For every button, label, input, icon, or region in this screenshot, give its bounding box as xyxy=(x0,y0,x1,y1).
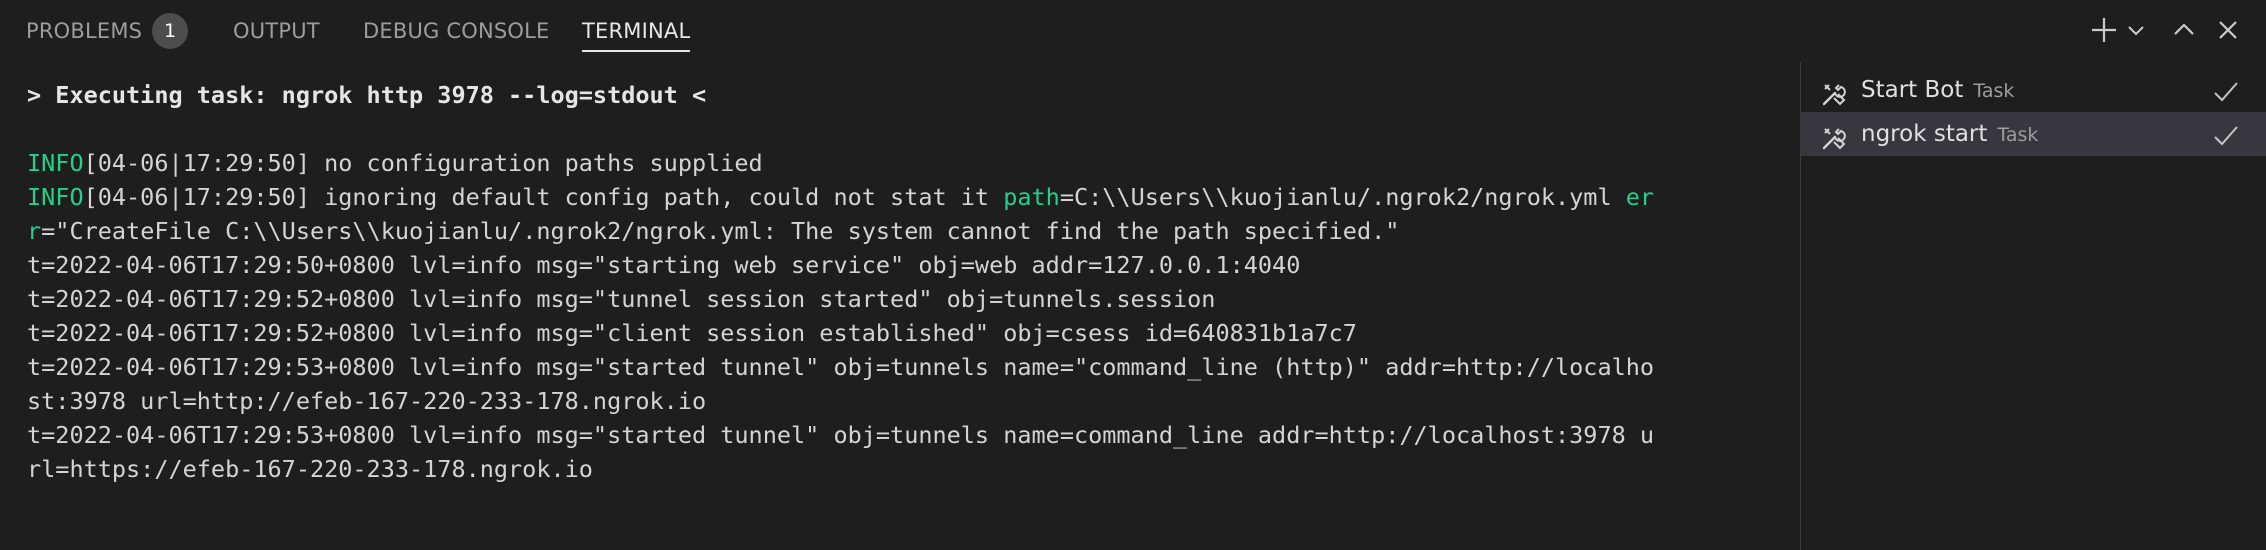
terminal-command-line: > Executing task: ngrok http 3978 --log=… xyxy=(27,81,707,109)
tab-debug-console[interactable]: DEBUG CONSOLE xyxy=(363,0,550,62)
tab-problems[interactable]: PROBLEMS xyxy=(26,0,142,62)
terminal-line: st:3978 url=http://efeb-167-220-233-178.… xyxy=(27,387,707,415)
close-icon[interactable] xyxy=(2212,14,2244,46)
log-value: ="CreateFile C:\\Users\\kuojianlu/.ngrok… xyxy=(41,217,1400,245)
terminal-line: t=2022-04-06T17:29:50+0800 lvl=info msg=… xyxy=(27,251,1301,279)
log-key: r xyxy=(27,217,42,245)
terminal-line: t=2022-04-06T17:29:52+0800 lvl=info msg=… xyxy=(27,285,1216,313)
terminal-task-list: Start Bot Task ngrok start Task xyxy=(1801,68,2266,156)
tools-icon xyxy=(1821,122,1847,150)
log-text: [04-06|17:29:50] ignoring default config… xyxy=(83,183,1004,211)
task-kind: Task xyxy=(1997,124,2039,146)
chevron-up-icon[interactable] xyxy=(2168,14,2200,46)
log-text: [04-06|17:29:50] no configuration paths … xyxy=(83,149,763,177)
plus-icon[interactable] xyxy=(2088,14,2120,46)
log-value: =C:\\Users\\kuojianlu/.ngrok2/ngrok.yml xyxy=(1059,183,1626,211)
terminal-line: rl=https://efeb-167-220-233-178.ngrok.io xyxy=(27,455,593,483)
tab-output-label: OUTPUT xyxy=(233,19,320,43)
task-name: ngrok start xyxy=(1861,121,1988,147)
chevron-down-icon[interactable] xyxy=(2124,14,2148,46)
terminal-line: r="CreateFile C:\\Users\\kuojianlu/.ngro… xyxy=(27,214,1762,248)
panel-tab-bar: PROBLEMS 1 OUTPUT DEBUG CONSOLE TERMINAL xyxy=(0,0,2266,62)
log-level: INFO xyxy=(27,149,84,177)
tab-terminal-label: TERMINAL xyxy=(582,19,691,43)
tab-terminal[interactable]: TERMINAL xyxy=(582,0,691,62)
log-level: INFO xyxy=(27,183,84,211)
check-icon xyxy=(2212,121,2240,149)
task-kind: Task xyxy=(1973,80,2015,102)
check-icon xyxy=(2212,77,2240,105)
log-key: path xyxy=(1003,183,1060,211)
tools-icon xyxy=(1821,78,1847,106)
tab-problems-label: PROBLEMS xyxy=(26,19,143,43)
task-item-ngrok-start[interactable]: ngrok start Task xyxy=(1801,112,2266,156)
terminal-line: t=2022-04-06T17:29:53+0800 lvl=info msg=… xyxy=(27,353,1655,381)
terminal-line: t=2022-04-06T17:29:53+0800 lvl=info msg=… xyxy=(27,421,1655,449)
terminal-line: INFO[04-06|17:29:50] ignoring default co… xyxy=(27,180,1762,214)
terminal-line: t=2022-04-06T17:29:52+0800 lvl=info msg=… xyxy=(27,319,1357,347)
terminal-output[interactable]: > Executing task: ngrok http 3978 --log=… xyxy=(0,62,1800,550)
problems-count-badge: 1 xyxy=(152,13,188,49)
tab-output[interactable]: OUTPUT xyxy=(233,0,320,62)
task-name: Start Bot xyxy=(1861,77,1964,103)
log-key: er xyxy=(1625,183,1655,211)
tab-debug-console-label: DEBUG CONSOLE xyxy=(363,19,550,43)
task-item-start-bot[interactable]: Start Bot Task xyxy=(1801,68,2266,112)
terminal-line: INFO[04-06|17:29:50] no configuration pa… xyxy=(27,146,1762,180)
